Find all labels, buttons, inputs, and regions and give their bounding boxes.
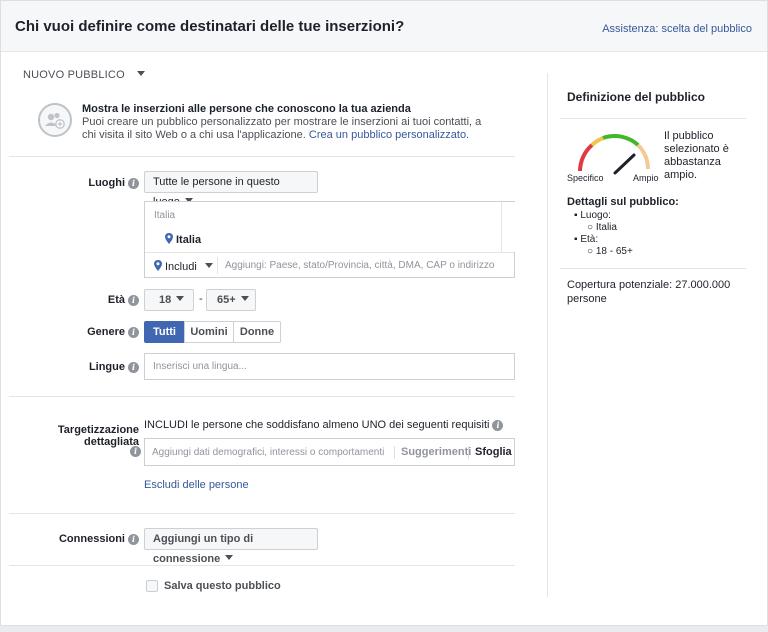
age-label: Età i [41,294,139,306]
potential-reach: Copertura potenziale: 27.000.000 persone [567,279,731,305]
languages-label: Lingue i [41,361,139,373]
info-icon[interactable]: i [130,446,141,457]
header: Chi vuoi definire come destinatari delle… [1,1,767,52]
divider [394,446,395,459]
save-audience-checkbox[interactable] [146,580,158,592]
age-separator: - [199,293,203,305]
gauge-description: Il pubblico selezionato è abbastanza amp… [664,130,729,181]
audience-details-title: Dettagli sul pubblico: [567,196,679,208]
age-item: ▪ Età: [574,234,599,245]
new-audience-dropdown[interactable]: NUOVO PUBBLICO [23,69,146,81]
divider [560,118,746,119]
chevron-down-icon [137,71,146,76]
location-pin-icon [165,233,173,244]
language-input[interactable]: Inserisci una lingua... [144,353,515,380]
age-max-value: 65+ [217,294,236,306]
page-title: Chi vuoi definire come destinatari delle… [15,18,405,35]
include-text: INCLUDI le persone che soddisfano almeno… [144,419,490,431]
connections-dropdown[interactable]: Aggiungi un tipo di connessione [144,528,318,565]
audience-definition-title: Definizione del pubblico [567,90,705,104]
suggestions-button[interactable]: Suggerimenti [401,446,471,458]
detailed-targeting-placeholder: Aggiungi dati demografici, interessi o c… [152,447,385,458]
divider [9,156,515,157]
audience-gauge [578,134,650,175]
connections-dropdown-label: Aggiungi un tipo di connessione [153,533,254,565]
age-min-dropdown[interactable]: 18 [144,289,194,311]
gender-women-button[interactable]: Donne [233,321,281,343]
divider [217,257,218,274]
scrollbar[interactable] [501,202,515,252]
divider [560,268,746,269]
locations-box: Italia Italia Includi Aggiungi: Paese, s… [144,201,515,278]
gauge-broad-label: Ampio [633,173,659,183]
location-item: ▪ Luogo: [574,210,611,221]
divider [9,396,515,397]
location-search-input[interactable]: Aggiungi: Paese, stato/Provincia, città,… [225,260,494,271]
info-icon[interactable]: i [128,327,139,338]
location-value-item: ○ Italia [587,222,617,233]
custom-audience-icon [38,103,72,137]
info-icon[interactable]: i [128,534,139,545]
detailed-targeting-info: i [127,443,141,457]
info-icon[interactable]: i [128,295,139,306]
location-item-label: Luogo: [580,210,611,221]
gender-label-text: Genere [87,326,125,338]
age-label-text: Età [107,294,125,306]
audience-definition-panel: Definizione del pubblico Specifico Ampio… [547,73,746,597]
chevron-down-icon [240,296,249,301]
age-item-value: 18 - 65+ [595,246,633,257]
age-max-dropdown[interactable]: 65+ [206,289,256,311]
chevron-down-icon [204,263,213,268]
new-audience-label: NUOVO PUBBLICO [23,69,125,81]
locations-label: Luoghi i [41,177,139,189]
detailed-targeting-input[interactable]: Aggiungi dati demografici, interessi o c… [144,438,515,466]
include-label: Includi [165,261,197,273]
detailed-targeting-label: Targetizzazione dettagliata [57,424,139,448]
languages-label-text: Lingue [88,361,125,373]
include-requirements-text: INCLUDI le persone che soddisfano almeno… [144,419,504,431]
locations-label-text: Luoghi [88,177,125,189]
audience-card: Chi vuoi definire come destinatari delle… [0,0,768,626]
age-value-item: ○ 18 - 65+ [587,246,633,257]
audience-details-list: ▪ Luogo: ○ Italia ▪ Età: ○ 18 - 65+ [574,210,633,258]
gender-men-button[interactable]: Uomini [184,321,234,343]
selected-location-name: Italia [176,234,202,246]
browse-button[interactable]: Sfoglia [475,446,512,458]
divider [9,513,515,514]
age-min-value: 18 [159,294,172,306]
include-dropdown[interactable]: Includi [154,260,213,273]
help-link[interactable]: Assistenza: scelta del pubblico [602,23,752,35]
divider [145,252,514,253]
connections-label-text: Connessioni [58,533,125,545]
chevron-down-icon [176,296,185,301]
gauge-specific-label: Specifico [567,173,604,183]
create-custom-audience-link[interactable]: Crea un pubblico personalizzato. [309,129,469,141]
divider [468,446,469,459]
divider [9,565,515,566]
locations-dropdown[interactable]: Tutte le persone in questo luogo [144,171,318,208]
info-icon[interactable]: i [492,420,504,431]
info-icon[interactable]: i [128,178,139,189]
location-pin-icon [154,260,162,271]
custom-audience-description: Puoi creare un pubblico personalizzato p… [82,116,492,142]
chevron-down-icon [225,555,234,560]
gender-label: Genere i [41,326,139,338]
age-item-label: Età: [580,234,599,245]
exclude-people-link[interactable]: Escludi delle persone [144,479,249,491]
info-icon[interactable]: i [128,362,139,373]
connections-label: Connessioni i [41,533,139,545]
country-header: Italia [154,210,176,221]
selected-location: Italia [165,233,201,246]
location-item-value: Italia [595,222,617,233]
gender-all-button[interactable]: Tutti [144,321,185,343]
custom-audience-title: Mostra le inserzioni alle persone che co… [82,103,411,115]
save-audience-label: Salva questo pubblico [164,580,281,592]
